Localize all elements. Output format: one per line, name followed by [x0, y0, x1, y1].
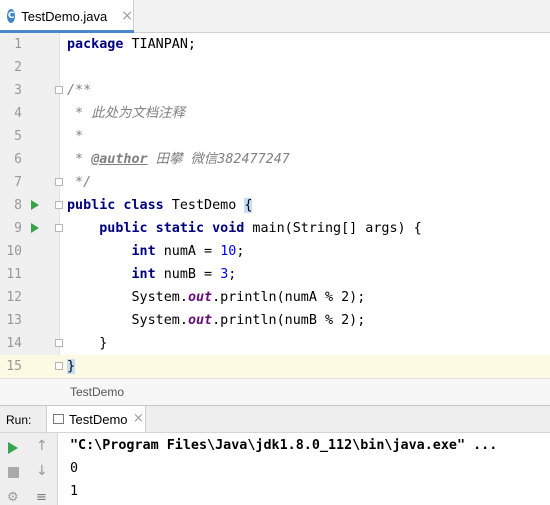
code-line-5[interactable]: 5 *	[0, 125, 550, 148]
close-icon[interactable]: ×	[121, 8, 133, 24]
fold-icon[interactable]	[55, 362, 63, 370]
code-text: int numA = 10;	[131, 244, 245, 259]
code-line-14[interactable]: 14 }	[0, 332, 550, 355]
editor-tab-testdemo[interactable]: C TestDemo.java ×	[0, 0, 134, 33]
console-output[interactable]: "C:\Program Files\Java\jdk1.8.0_112\bin\…	[58, 433, 550, 505]
code-text: }	[67, 359, 76, 374]
code-text: public static void main(String[] args) {	[99, 221, 422, 236]
code-line-12[interactable]: 12 System.out.println(numA % 2);	[0, 286, 550, 309]
code-line-10[interactable]: 10 int numA = 10;	[0, 240, 550, 263]
code-line-6[interactable]: 6 * @author 田攀 微信382477247	[0, 148, 550, 171]
code-text: /**	[67, 83, 92, 98]
fold-icon[interactable]	[55, 224, 63, 232]
editor-tab-bar: C TestDemo.java ×	[0, 0, 550, 33]
run-side-toolbar: ↑ ↓ ⚙ ≡	[0, 433, 58, 505]
breadcrumb-bar: TestDemo	[0, 378, 550, 405]
code-line-4[interactable]: 4 * 此处为文档注释	[0, 102, 550, 125]
line-number: 4	[14, 106, 22, 121]
rerun-icon[interactable]	[8, 442, 18, 454]
code-text: public class TestDemo {	[67, 198, 253, 213]
line-number: 6	[14, 152, 22, 167]
console-icon	[53, 414, 64, 424]
run-tab-testdemo[interactable]: TestDemo ×	[46, 406, 146, 432]
code-text: package TIANPAN;	[67, 37, 196, 52]
line-number: 10	[6, 244, 22, 259]
line-number: 12	[6, 290, 22, 305]
code-line-8[interactable]: 8 public class TestDemo {	[0, 194, 550, 217]
fold-icon[interactable]	[55, 86, 63, 94]
breadcrumb[interactable]: TestDemo	[70, 385, 124, 399]
line-number: 9	[14, 221, 22, 236]
scroll-down-icon[interactable]: ↓	[36, 463, 48, 479]
line-number: 3	[14, 83, 22, 98]
settings-icon[interactable]: ⚙	[7, 490, 19, 505]
code-line-2[interactable]: 2	[0, 56, 550, 79]
run-tab-label: TestDemo	[69, 412, 128, 427]
fold-icon[interactable]	[55, 339, 63, 347]
line-number: 2	[14, 60, 22, 75]
fold-icon[interactable]	[55, 178, 63, 186]
code-line-7[interactable]: 7 */	[0, 171, 550, 194]
code-text: *	[67, 129, 84, 144]
run-main-icon[interactable]	[31, 223, 39, 233]
run-panel-label: Run:	[6, 413, 32, 427]
code-text: */	[67, 175, 92, 190]
run-toolbar: Run: TestDemo ×	[0, 405, 550, 433]
code-line-15[interactable]: 15 }	[0, 355, 550, 378]
line-number: 1	[14, 37, 22, 52]
close-icon[interactable]: ×	[133, 411, 144, 426]
editor-tab-label: TestDemo.java	[21, 8, 108, 24]
stop-icon[interactable]	[8, 467, 19, 478]
line-number: 11	[6, 267, 22, 282]
line-number: 15	[6, 359, 22, 374]
code-line-13[interactable]: 13 System.out.println(numB % 2);	[0, 309, 550, 332]
code-line-3[interactable]: 3 /**	[0, 79, 550, 102]
code-text: int numB = 3;	[131, 267, 237, 282]
soft-wrap-icon[interactable]: ≡	[36, 490, 47, 505]
console-command-line: "C:\Program Files\Java\jdk1.8.0_112\bin\…	[70, 438, 498, 453]
code-text: System.out.println(numA % 2);	[67, 290, 366, 305]
code-text: }	[67, 336, 108, 351]
console-output-line: 1	[70, 484, 79, 499]
line-number: 13	[6, 313, 22, 328]
run-class-icon[interactable]	[31, 200, 39, 210]
line-number: 5	[14, 129, 22, 144]
code-text: * 此处为文档注释	[67, 106, 185, 121]
java-class-icon: C	[7, 9, 16, 23]
fold-icon[interactable]	[55, 201, 63, 209]
code-line-1[interactable]: 1 package TIANPAN;	[0, 33, 550, 56]
code-text: System.out.println(numB % 2);	[67, 313, 366, 328]
line-number: 8	[14, 198, 22, 213]
console-output-line: 0	[70, 461, 79, 476]
line-number: 14	[6, 336, 22, 351]
code-text: * @author 田攀 微信382477247	[67, 152, 290, 167]
code-line-11[interactable]: 11 int numB = 3;	[0, 263, 550, 286]
line-number: 7	[14, 175, 22, 190]
scroll-up-icon[interactable]: ↑	[36, 438, 48, 454]
code-line-9[interactable]: 9 public static void main(String[] args)…	[0, 217, 550, 240]
